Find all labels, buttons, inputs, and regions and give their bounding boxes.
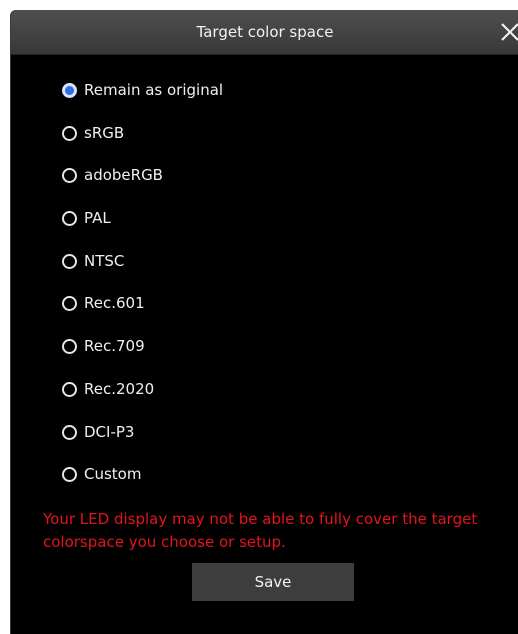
option-label: Rec.709 [84, 337, 145, 356]
radio-button[interactable] [62, 125, 77, 141]
option-label: Rec.2020 [84, 379, 155, 398]
radio-button[interactable] [62, 253, 77, 269]
gamut-warning-text: Your LED display may not be able to full… [43, 510, 478, 551]
option-label: adobeRGB [84, 166, 163, 185]
radio-button[interactable] [62, 83, 77, 98]
radio-button[interactable] [62, 296, 77, 312]
option-label: DCI-P3 [84, 422, 135, 441]
close-icon[interactable] [499, 21, 518, 43]
option-remain-as-original[interactable]: Remain as original [62, 77, 362, 120]
option-label: Custom [84, 465, 142, 484]
option-rec709[interactable]: Rec.709 [62, 333, 362, 376]
option-rec601[interactable]: Rec.601 [62, 290, 362, 333]
option-label: Remain as original [84, 81, 224, 99]
option-label: NTSC [84, 251, 125, 270]
target-color-space-dialog: Target color space Remain as original sR… [10, 10, 518, 634]
option-ntsc[interactable]: NTSC [62, 248, 362, 291]
radio-button[interactable] [62, 467, 77, 483]
option-label: PAL [84, 209, 111, 228]
save-button[interactable]: Save [192, 563, 354, 601]
option-adobergb[interactable]: adobeRGB [62, 162, 362, 205]
option-rec2020[interactable]: Rec.2020 [62, 376, 362, 419]
color-space-options: Remain as original sRGB adobeRGB PAL NTS… [62, 77, 362, 504]
option-label: Rec.601 [84, 294, 145, 313]
radio-button[interactable] [62, 168, 77, 184]
radio-button[interactable] [62, 211, 77, 227]
option-label: sRGB [84, 123, 125, 142]
option-pal[interactable]: PAL [62, 205, 362, 248]
option-srgb[interactable]: sRGB [62, 120, 362, 163]
option-custom[interactable]: Custom [62, 461, 362, 504]
radio-button[interactable] [62, 381, 77, 397]
dialog-title: Target color space [196, 23, 334, 41]
title-bar[interactable]: Target color space [11, 10, 518, 55]
radio-button[interactable] [62, 424, 77, 440]
radio-button[interactable] [62, 339, 77, 355]
option-dci-p3[interactable]: DCI-P3 [62, 419, 362, 462]
